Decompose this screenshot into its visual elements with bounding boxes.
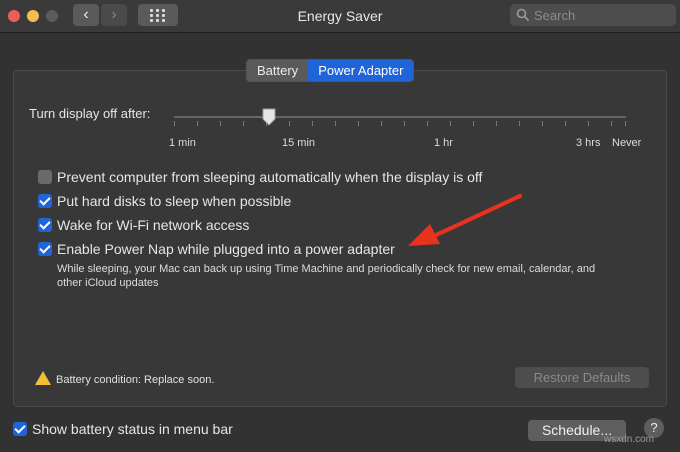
tick-label-15-min: 15 min bbox=[282, 137, 316, 149]
slider-tick bbox=[404, 121, 405, 126]
slider-tick bbox=[358, 121, 359, 126]
slider-tick bbox=[625, 121, 626, 126]
slider-tick bbox=[496, 121, 497, 126]
slider-tick bbox=[335, 121, 336, 126]
search-placeholder: Search bbox=[534, 8, 576, 23]
warning-icon bbox=[35, 371, 51, 385]
prevent-sleep-label: Prevent computer from sleeping automatic… bbox=[57, 169, 483, 185]
slider-tick bbox=[220, 121, 221, 126]
slider-tick bbox=[565, 121, 566, 126]
tab-battery[interactable]: Battery bbox=[247, 60, 309, 81]
slider-tick bbox=[243, 121, 244, 126]
hard-disks-sleep-checkbox[interactable] bbox=[38, 194, 52, 208]
slider-tick bbox=[289, 121, 290, 126]
watermark: wsxdn.com bbox=[604, 434, 655, 445]
tick-label-1-min: 1 min bbox=[169, 137, 196, 149]
display-off-slider-track[interactable] bbox=[174, 116, 626, 118]
search-field[interactable]: Search bbox=[510, 4, 676, 26]
prevent-sleep-checkbox[interactable] bbox=[38, 170, 52, 184]
slider-tick bbox=[312, 121, 313, 126]
tick-label-never: Never bbox=[612, 137, 642, 149]
slider-tick bbox=[381, 121, 382, 126]
slider-tick bbox=[611, 121, 612, 126]
search-icon bbox=[516, 8, 530, 22]
slider-tick bbox=[542, 121, 543, 126]
power-nap-description: While sleeping, your Mac can back up usi… bbox=[57, 263, 596, 289]
display-off-label: Turn display off after: bbox=[29, 106, 151, 121]
display-off-slider-thumb[interactable] bbox=[262, 108, 276, 126]
power-nap-checkbox[interactable] bbox=[38, 242, 52, 256]
tick-label-3-hrs: 3 hrs bbox=[576, 137, 601, 149]
slider-tick bbox=[473, 121, 474, 126]
slider-tick bbox=[427, 121, 428, 126]
hard-disks-sleep-label: Put hard disks to sleep when possible bbox=[57, 193, 292, 209]
annotation-arrow bbox=[408, 194, 522, 246]
wake-wifi-checkbox[interactable] bbox=[38, 218, 52, 232]
show-battery-checkbox[interactable] bbox=[13, 422, 27, 436]
slider-tick bbox=[519, 121, 520, 126]
restore-defaults-button[interactable]: Restore Defaults bbox=[515, 367, 649, 388]
slider-tick bbox=[197, 121, 198, 126]
show-battery-label: Show battery status in menu bar bbox=[32, 421, 233, 437]
tab-power-adapter[interactable]: Power Adapter bbox=[308, 60, 414, 81]
wake-wifi-label: Wake for Wi-Fi network access bbox=[57, 217, 250, 233]
slider-tick bbox=[174, 121, 175, 126]
slider-tick bbox=[588, 121, 589, 126]
title-bar: ‹ › Energy Saver Search bbox=[0, 0, 680, 33]
power-nap-label: Enable Power Nap while plugged into a po… bbox=[57, 241, 395, 257]
slider-tick bbox=[450, 121, 451, 126]
tick-label-1-hr: 1 hr bbox=[434, 137, 453, 149]
tab-bar: Battery Power Adapter bbox=[246, 59, 415, 82]
battery-condition: Battery condition: Replace soon. bbox=[56, 374, 215, 386]
